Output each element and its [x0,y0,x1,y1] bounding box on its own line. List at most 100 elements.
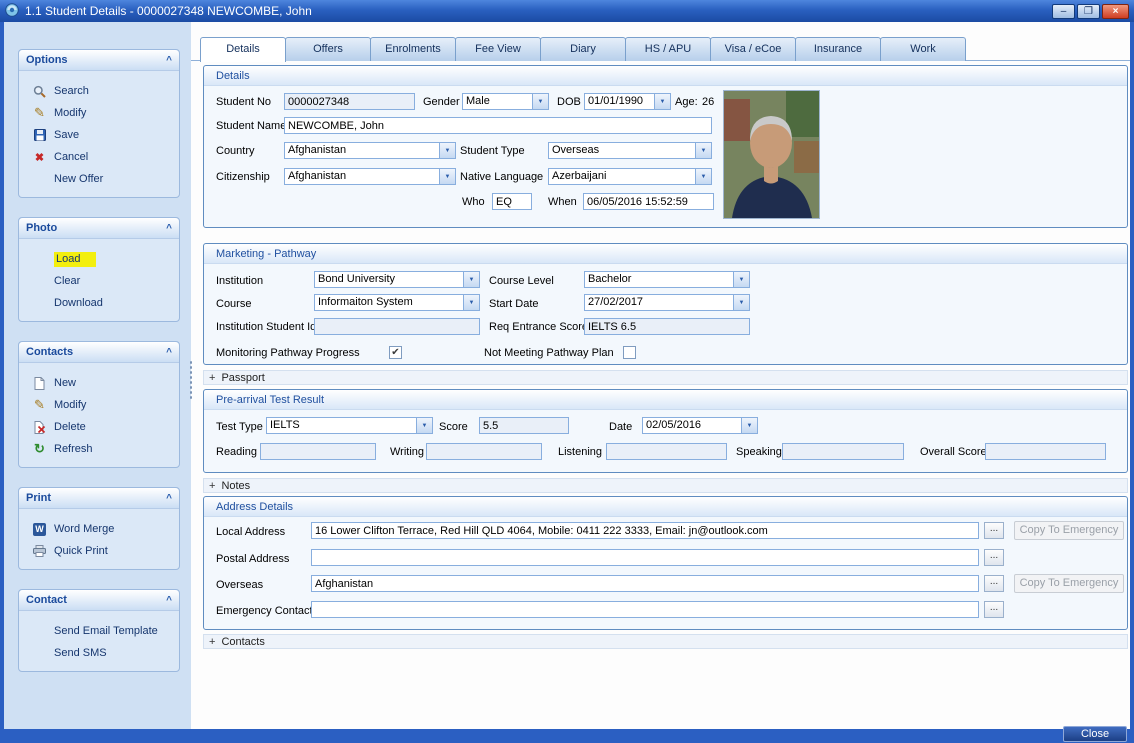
tab-offers[interactable]: Offers [285,37,371,61]
sidebar-item-download-photo[interactable]: Download [19,292,179,314]
tab-enrolments[interactable]: Enrolments [370,37,456,61]
dropdown-arrow-icon[interactable]: ▼ [733,295,749,310]
close-window-icon[interactable]: × [1102,4,1129,19]
dropdown-arrow-icon[interactable]: ▼ [695,169,711,184]
dropdown-arrow-icon[interactable]: ▼ [463,295,479,310]
start-date-label: Start Date [489,298,539,310]
passport-section-toggle[interactable]: + Passport [203,370,1128,385]
sidebar-item-cancel[interactable]: ✖ Cancel [19,146,179,168]
student-no-field[interactable] [284,93,415,110]
sidebar-item-quick-print[interactable]: Quick Print [19,540,179,562]
when-field[interactable] [583,193,714,210]
sidebar-item-send-sms[interactable]: Send SMS [19,642,179,664]
tab-fee-view[interactable]: Fee View [455,37,541,61]
postal-address-ellipsis-button[interactable]: ... [984,549,1004,566]
sidebar-item-send-email-template[interactable]: Send Email Template [19,620,179,642]
speaking-field[interactable] [782,443,904,460]
notes-section-toggle[interactable]: + Notes [203,478,1128,493]
test-date-dropdown[interactable]: 02/05/2016 ▼ [642,417,758,434]
test-type-dropdown[interactable]: IELTS ▼ [266,417,433,434]
listening-field[interactable] [606,443,727,460]
sidebar-item-save[interactable]: Save [19,124,179,146]
panel-photo-header[interactable]: Photo ^ [19,218,179,239]
course-level-dropdown[interactable]: Bachelor ▼ [584,271,750,288]
student-type-dropdown[interactable]: Overseas ▼ [548,142,712,159]
panel-contact-header[interactable]: Contact ^ [19,590,179,611]
dropdown-arrow-icon[interactable]: ▼ [741,418,757,433]
main-area: Details Offers Enrolments Fee View Diary… [191,22,1130,729]
country-dropdown[interactable]: Afghanistan ▼ [284,142,456,159]
sidebar-item-contact-modify[interactable]: ✎ Modify [19,394,179,416]
reading-field[interactable] [260,443,376,460]
chevron-up-icon: ^ [166,223,172,234]
contacts-section-toggle[interactable]: + Contacts [203,634,1128,649]
overseas-address-ellipsis-button[interactable]: ... [984,575,1004,592]
dropdown-arrow-icon[interactable]: ▼ [733,272,749,287]
dropdown-arrow-icon[interactable]: ▼ [654,94,670,109]
sidebar-item-word-merge[interactable]: W Word Merge [19,518,179,540]
sidebar-item-label: New [54,377,76,389]
student-details-window: 1.1 Student Details - 0000027348 NEWCOMB… [0,0,1134,743]
tab-details[interactable]: Details [200,37,286,62]
tab-diary[interactable]: Diary [540,37,626,61]
copy-to-emergency-local-button[interactable]: Copy To Emergency [1014,521,1124,540]
delete-document-icon [32,420,47,434]
native-language-dropdown[interactable]: Azerbaijani ▼ [548,168,712,185]
age-label: Age: [675,96,698,108]
sidebar-item-modify[interactable]: ✎ Modify [19,102,179,124]
student-type-label: Student Type [460,145,525,157]
institution-student-id-field[interactable] [314,318,480,335]
emergency-contact-field[interactable] [311,601,979,618]
institution-dropdown[interactable]: Bond University ▼ [314,271,480,288]
sidebar-splitter[interactable] [189,360,193,400]
score-field[interactable] [479,417,569,434]
not-meeting-pathway-checkbox[interactable] [623,346,636,359]
start-date-dropdown[interactable]: 27/02/2017 ▼ [584,294,750,311]
close-button[interactable]: Close [1063,726,1127,742]
postal-address-field[interactable] [311,549,979,566]
dropdown-arrow-icon[interactable]: ▼ [532,94,548,109]
gender-dropdown[interactable]: Male ▼ [462,93,549,110]
sidebar-item-contact-new[interactable]: New [19,372,179,394]
dropdown-arrow-icon[interactable]: ▼ [416,418,432,433]
dropdown-arrow-icon[interactable]: ▼ [439,169,455,184]
dropdown-arrow-icon[interactable]: ▼ [463,272,479,287]
emergency-contact-ellipsis-button[interactable]: ... [984,601,1004,618]
overseas-address-field[interactable] [311,575,979,592]
refresh-icon: ↻ [32,442,47,456]
tab-insurance[interactable]: Insurance [795,37,881,61]
dob-dropdown[interactable]: 01/01/1990 ▼ [584,93,671,110]
blank-icon [32,624,47,638]
tab-hs-apu[interactable]: HS / APU [625,37,711,61]
local-address-ellipsis-button[interactable]: ... [984,522,1004,539]
writing-field[interactable] [426,443,542,460]
titlebar[interactable]: 1.1 Student Details - 0000027348 NEWCOMB… [0,0,1134,22]
monitoring-pathway-checkbox[interactable] [389,346,402,359]
tab-visa-ecoe[interactable]: Visa / eCoe [710,37,796,61]
sidebar-item-new-offer[interactable]: New Offer [19,168,179,190]
tab-work[interactable]: Work [880,37,966,61]
student-name-field[interactable] [284,117,712,134]
dropdown-arrow-icon[interactable]: ▼ [695,143,711,158]
sidebar-item-contact-refresh[interactable]: ↻ Refresh [19,438,179,460]
panel-options-header[interactable]: Options ^ [19,50,179,71]
copy-to-emergency-overseas-button[interactable]: Copy To Emergency [1014,574,1124,593]
course-dropdown[interactable]: Informaiton System ▼ [314,294,480,311]
minimize-icon[interactable]: – [1052,4,1075,19]
citizenship-dropdown[interactable]: Afghanistan ▼ [284,168,456,185]
who-field[interactable] [492,193,532,210]
panel-print-header[interactable]: Print ^ [19,488,179,509]
sidebar-item-load-photo[interactable]: Load [19,248,179,270]
panel-contacts-header[interactable]: Contacts ^ [19,342,179,363]
panel-contacts: Contacts ^ New ✎ Modify Delete ↻ [18,341,180,468]
overall-score-field[interactable] [985,443,1106,460]
dob-value: 01/01/1990 [585,94,654,109]
sidebar-item-contact-delete[interactable]: Delete [19,416,179,438]
sidebar-item-label: Modify [54,399,86,411]
req-entrance-score-field[interactable] [584,318,750,335]
local-address-field[interactable] [311,522,979,539]
dropdown-arrow-icon[interactable]: ▼ [439,143,455,158]
sidebar-item-clear-photo[interactable]: Clear [19,270,179,292]
sidebar-item-search[interactable]: Search [19,80,179,102]
maximize-icon[interactable]: ❐ [1077,4,1100,19]
